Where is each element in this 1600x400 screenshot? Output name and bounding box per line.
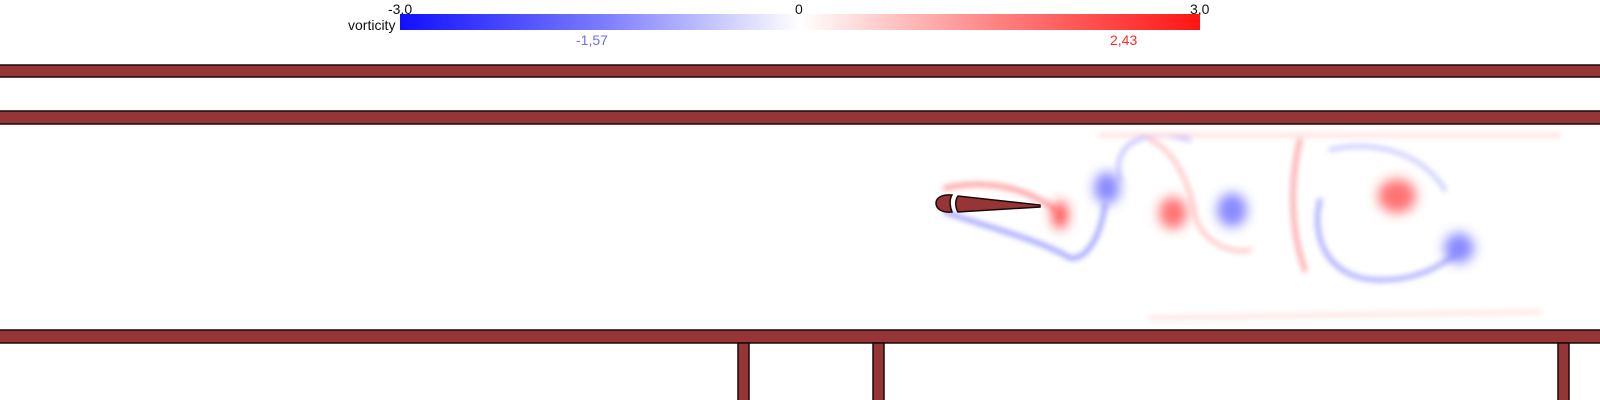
shear-layer [1315, 198, 1457, 283]
shear-layer [1291, 138, 1307, 272]
top-wall-upper [0, 64, 1600, 78]
vortex-blob [1378, 179, 1416, 213]
vortex-blob [1094, 172, 1120, 204]
simulation-canvas[interactable] [0, 0, 1600, 400]
support-pillar [737, 342, 750, 400]
support-pillar [872, 342, 885, 400]
vortex-blob [1159, 197, 1187, 229]
hydrofoil[interactable] [935, 194, 1041, 213]
vortex-blob [1217, 193, 1247, 227]
bottom-wall [0, 329, 1600, 344]
airfoil-body [955, 195, 1041, 213]
top-wall-lower [0, 110, 1600, 125]
support-pillar [1557, 342, 1570, 400]
leading-edge-cylinder [935, 194, 954, 213]
shear-layer [1148, 310, 1542, 320]
vortex-blob [1052, 201, 1068, 229]
shear-layer [943, 203, 1107, 261]
wall-structure [0, 64, 1600, 400]
vorticity-field [943, 133, 1562, 320]
